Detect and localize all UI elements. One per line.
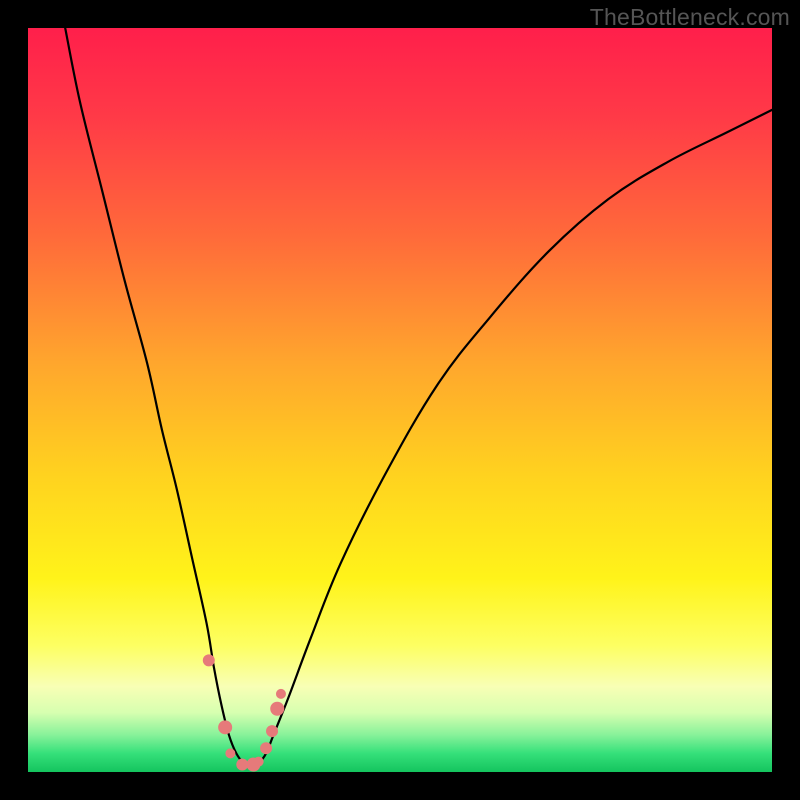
outer-frame: TheBottleneck.com (0, 0, 800, 800)
data-point (225, 748, 235, 758)
data-point (270, 702, 284, 716)
data-point (254, 757, 264, 767)
plot-area (28, 28, 772, 772)
watermark-text: TheBottleneck.com (590, 4, 790, 31)
curve-svg (28, 28, 772, 772)
bottleneck-curve (65, 28, 772, 766)
data-point (266, 725, 278, 737)
data-point (276, 689, 286, 699)
data-point (203, 654, 215, 666)
data-point (218, 720, 232, 734)
data-point (260, 742, 272, 754)
